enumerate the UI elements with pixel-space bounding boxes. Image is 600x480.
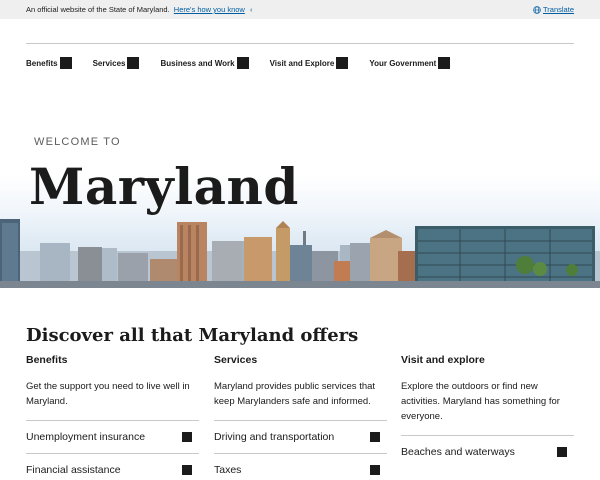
link-label: Unemployment insurance bbox=[26, 431, 146, 443]
column-description: Maryland provides public services that k… bbox=[214, 381, 376, 407]
arrow-icon bbox=[182, 465, 192, 475]
official-site-text: An official website of the State of Mary… bbox=[26, 5, 170, 14]
link-unemployment-insurance[interactable]: Unemployment insurance bbox=[26, 420, 199, 453]
link-taxes[interactable]: Taxes bbox=[214, 453, 387, 480]
dropdown-icon[interactable] bbox=[336, 57, 349, 69]
column-title: Services bbox=[214, 354, 258, 366]
column-description: Get the support you need to live well in… bbox=[26, 381, 190, 407]
nav-item-label: Benefits bbox=[26, 58, 58, 68]
benefits-column: Benefits Get the support you need to liv… bbox=[26, 354, 199, 476]
link-label: Taxes bbox=[214, 464, 242, 476]
dropdown-icon[interactable] bbox=[127, 57, 140, 69]
nav-item-label: Services bbox=[92, 58, 126, 68]
dropdown-icon[interactable] bbox=[236, 57, 249, 69]
discover-heading: Discover all that Maryland offers bbox=[26, 325, 359, 346]
dropdown-icon[interactable] bbox=[59, 57, 72, 69]
nav-item-business-and-work[interactable]: Business and Work bbox=[160, 57, 249, 69]
services-column: Services Maryland provides public servic… bbox=[214, 354, 387, 476]
nav-item-benefits[interactable]: Benefits bbox=[26, 57, 72, 69]
link-list: Driving and transportation Taxes bbox=[214, 420, 387, 480]
nav-item-label: Business and Work bbox=[160, 58, 235, 68]
header-divider bbox=[26, 43, 574, 44]
link-label: Beaches and waterways bbox=[401, 446, 515, 458]
arrow-icon bbox=[370, 432, 380, 442]
link-label: Financial assistance bbox=[26, 464, 121, 476]
link-driving-and-transportation[interactable]: Driving and transportation bbox=[214, 420, 387, 453]
nav-item-label: Visit and Explore bbox=[269, 58, 335, 68]
link-list: Unemployment insurance Financial assista… bbox=[26, 420, 199, 480]
hero-banner: WELCOME TO Maryland bbox=[0, 83, 600, 288]
link-list: Beaches and waterways bbox=[401, 435, 574, 468]
main-navigation: Benefits Services Business and Work Visi… bbox=[26, 57, 471, 69]
column-title: Visit and explore bbox=[401, 354, 485, 366]
column-description: Explore the outdoors or find new activit… bbox=[401, 381, 560, 422]
column-title: Benefits bbox=[26, 354, 68, 366]
arrow-icon bbox=[370, 465, 380, 475]
translate-button[interactable]: Translate bbox=[533, 5, 574, 14]
link-financial-assistance[interactable]: Financial assistance bbox=[26, 453, 199, 480]
link-beaches-and-waterways[interactable]: Beaches and waterways bbox=[401, 435, 574, 468]
arrow-icon bbox=[182, 432, 192, 442]
visit-and-explore-column: Visit and explore Explore the outdoors o… bbox=[401, 354, 574, 458]
nav-item-your-government[interactable]: Your Government bbox=[369, 57, 451, 69]
hero-kicker: WELCOME TO bbox=[34, 136, 121, 148]
page-title: Maryland bbox=[29, 157, 299, 216]
nav-item-label: Your Government bbox=[369, 58, 437, 68]
official-site-banner: An official website of the State of Mary… bbox=[0, 0, 600, 19]
dropdown-icon[interactable] bbox=[438, 57, 451, 69]
chevron-left-icon[interactable]: ‹ bbox=[250, 5, 253, 14]
nav-item-visit-and-explore[interactable]: Visit and Explore bbox=[270, 57, 349, 69]
globe-icon bbox=[533, 5, 541, 14]
translate-label: Translate bbox=[543, 5, 574, 14]
heres-how-you-know-link[interactable]: Here's how you know bbox=[174, 5, 245, 14]
link-label: Driving and transportation bbox=[214, 431, 335, 443]
official-site-notice: An official website of the State of Mary… bbox=[26, 5, 252, 14]
nav-item-services[interactable]: Services bbox=[93, 57, 140, 69]
arrow-icon bbox=[557, 447, 567, 457]
